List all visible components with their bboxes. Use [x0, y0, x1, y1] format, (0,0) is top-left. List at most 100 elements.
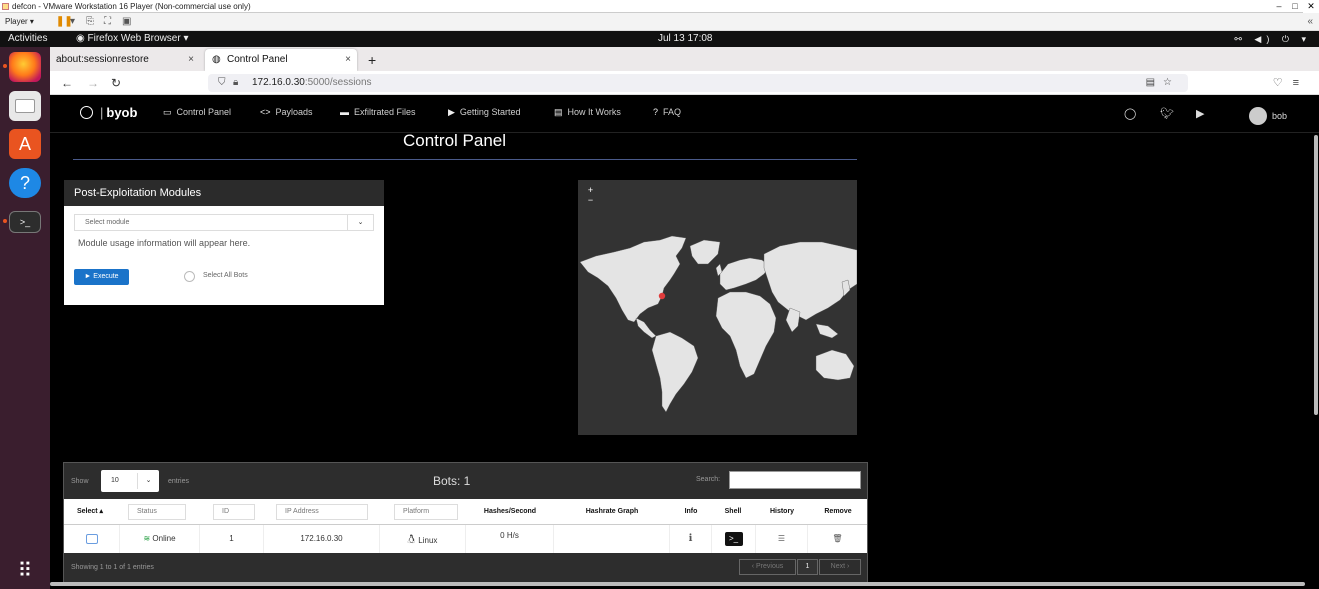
player-menu[interactable]: Player ▾: [5, 13, 34, 31]
unity-icon[interactable]: ▣: [122, 13, 131, 31]
minimize-button[interactable]: –: [1271, 0, 1287, 13]
reader-view-icon[interactable]: ▤: [1146, 77, 1163, 88]
page-1-button[interactable]: 1: [797, 559, 818, 575]
north-america-shape: [579, 235, 687, 323]
next-page-button[interactable]: Next ›: [819, 559, 861, 575]
pocket-icon[interactable]: ♡: [1273, 77, 1293, 89]
new-tab-button[interactable]: +: [368, 49, 376, 71]
history-icon[interactable]: ☰: [756, 525, 808, 553]
horizontal-scrollbar[interactable]: [50, 582, 1305, 586]
col-history[interactable]: History: [758, 499, 806, 525]
tab-label: Control Panel: [227, 54, 288, 65]
africa-shape: [715, 291, 777, 379]
fullscreen-icon[interactable]: ⛶: [104, 13, 111, 31]
nav-how-it-works[interactable]: ▤ How It Works: [554, 107, 621, 118]
nav-label: Exfiltrated Files: [354, 107, 416, 117]
select-all-radio[interactable]: [184, 271, 195, 282]
bookmark-star-icon[interactable]: ☆: [1163, 77, 1180, 88]
menu-icon[interactable]: ≡: [1293, 77, 1309, 89]
col-graph[interactable]: Hashrate Graph: [556, 499, 668, 525]
nav-faq[interactable]: ? FAQ: [653, 107, 681, 117]
hashes-cell: 0 H/s: [466, 525, 554, 553]
nav-getting-started[interactable]: ▶ Getting Started: [448, 107, 520, 118]
software-center-icon[interactable]: A: [9, 129, 41, 159]
lock-icon[interactable]: 🔒︎: [233, 74, 238, 92]
terminal-icon[interactable]: >_: [9, 211, 41, 233]
col-info[interactable]: Info: [670, 499, 712, 525]
europe-shape: [719, 257, 771, 291]
back-icon[interactable]: ←: [61, 71, 73, 95]
close-tab-icon[interactable]: ×: [188, 49, 194, 71]
entries-label: entries: [168, 478, 190, 485]
devices-icon[interactable]: ⎘: [86, 13, 94, 31]
col-select[interactable]: Select ▴: [70, 499, 110, 525]
vmware-logo-icon: [2, 3, 9, 10]
github-icon[interactable]: ◯: [1124, 107, 1136, 120]
col-hashes[interactable]: Hashes/Second: [466, 499, 554, 525]
col-remove[interactable]: Remove: [812, 499, 864, 525]
close-tab-icon[interactable]: ×: [345, 49, 351, 71]
username[interactable]: bob: [1272, 111, 1287, 121]
folder-icon: ▬: [340, 107, 349, 117]
zoom-out-button[interactable]: −: [585, 195, 596, 205]
col-id-filter[interactable]: ID: [213, 504, 255, 520]
maximize-button[interactable]: □: [1287, 0, 1303, 13]
gnome-topbar: Activities ◉ Firefox Web Browser ▾ Jul 1…: [0, 31, 1319, 47]
show-apps-icon[interactable]: ⠿: [9, 555, 41, 585]
clock[interactable]: Jul 13 17:08: [658, 31, 713, 47]
graph-cell: [554, 525, 670, 553]
entries-length-select[interactable]: 10 ⌄: [101, 470, 159, 492]
trash-icon[interactable]: 🗑︎: [808, 525, 867, 553]
url-field[interactable]: ⛉ 🔒︎ 172.16.0.30:5000/sessions ▤☆: [208, 74, 1188, 92]
dropdown-icon[interactable]: ▾: [70, 13, 75, 31]
tab-sessionrestore[interactable]: about:sessionrestore ×: [50, 49, 200, 71]
avatar[interactable]: [1249, 107, 1267, 125]
activities-button[interactable]: Activities: [8, 31, 47, 47]
question-icon: ?: [653, 107, 659, 117]
terminal-shell-icon[interactable]: >_: [724, 531, 743, 546]
nav-label: Getting Started: [459, 107, 521, 117]
monitor-icon: ▭: [163, 107, 172, 117]
help-icon[interactable]: ?: [9, 168, 41, 198]
twitter-icon[interactable]: 🐦︎: [1160, 107, 1174, 120]
url-host: 172.16.0.30: [252, 77, 305, 88]
nav-payloads[interactable]: <> Payloads: [260, 107, 313, 117]
nav-control-panel[interactable]: ▭ Control Panel: [163, 107, 231, 118]
shield-icon[interactable]: ⛉: [218, 74, 226, 92]
world-map[interactable]: + −: [578, 180, 857, 435]
vertical-scrollbar[interactable]: [1314, 135, 1318, 415]
bot-location-marker[interactable]: [658, 292, 666, 300]
vmware-window-title: defcon - VMware Workstation 16 Player (N…: [12, 2, 251, 11]
nav-exfiltrated-files[interactable]: ▬ Exfiltrated Files: [340, 107, 416, 117]
files-icon[interactable]: [9, 91, 41, 121]
system-tray[interactable]: ⚯ ◀) ⏻ ▾: [1234, 31, 1311, 47]
row-checkbox[interactable]: [85, 533, 98, 544]
col-ip-filter[interactable]: IP Address: [276, 504, 368, 520]
close-button[interactable]: ✕: [1303, 0, 1319, 13]
col-status-filter[interactable]: Status: [128, 504, 186, 520]
code-icon: <>: [260, 107, 271, 117]
linux-tux-icon: 🐧︎: [407, 532, 419, 546]
forward-icon[interactable]: →: [87, 71, 99, 95]
collapse-icon[interactable]: «: [1307, 13, 1313, 31]
tab-control-panel[interactable]: ◍ Control Panel ×: [205, 49, 357, 71]
reload-icon[interactable]: ↻: [111, 71, 121, 95]
book-icon: ▤: [554, 107, 563, 117]
chevron-down-icon[interactable]: ⌄: [347, 215, 373, 230]
globe-icon: ◍: [212, 54, 221, 65]
search-input[interactable]: [729, 471, 861, 489]
app-menu[interactable]: ◉ Firefox Web Browser ▾: [76, 31, 189, 47]
brand[interactable]: | byob: [80, 105, 137, 120]
module-select[interactable]: Select module ⌄: [74, 214, 374, 231]
execute-button[interactable]: ► Execute: [74, 269, 129, 285]
firefox-icon[interactable]: [9, 52, 41, 82]
youtube-icon[interactable]: ▶: [1196, 107, 1204, 120]
chevron-down-icon[interactable]: ⌄: [137, 473, 159, 489]
zoom-in-button[interactable]: +: [585, 185, 596, 195]
page-title: Control Panel: [403, 131, 507, 150]
col-platform-filter[interactable]: Platform: [394, 504, 458, 520]
previous-page-button[interactable]: ‹ Previous: [739, 559, 796, 575]
info-icon[interactable]: ℹ: [670, 525, 712, 553]
col-shell[interactable]: Shell: [712, 499, 754, 525]
nav-label: FAQ: [663, 107, 682, 117]
